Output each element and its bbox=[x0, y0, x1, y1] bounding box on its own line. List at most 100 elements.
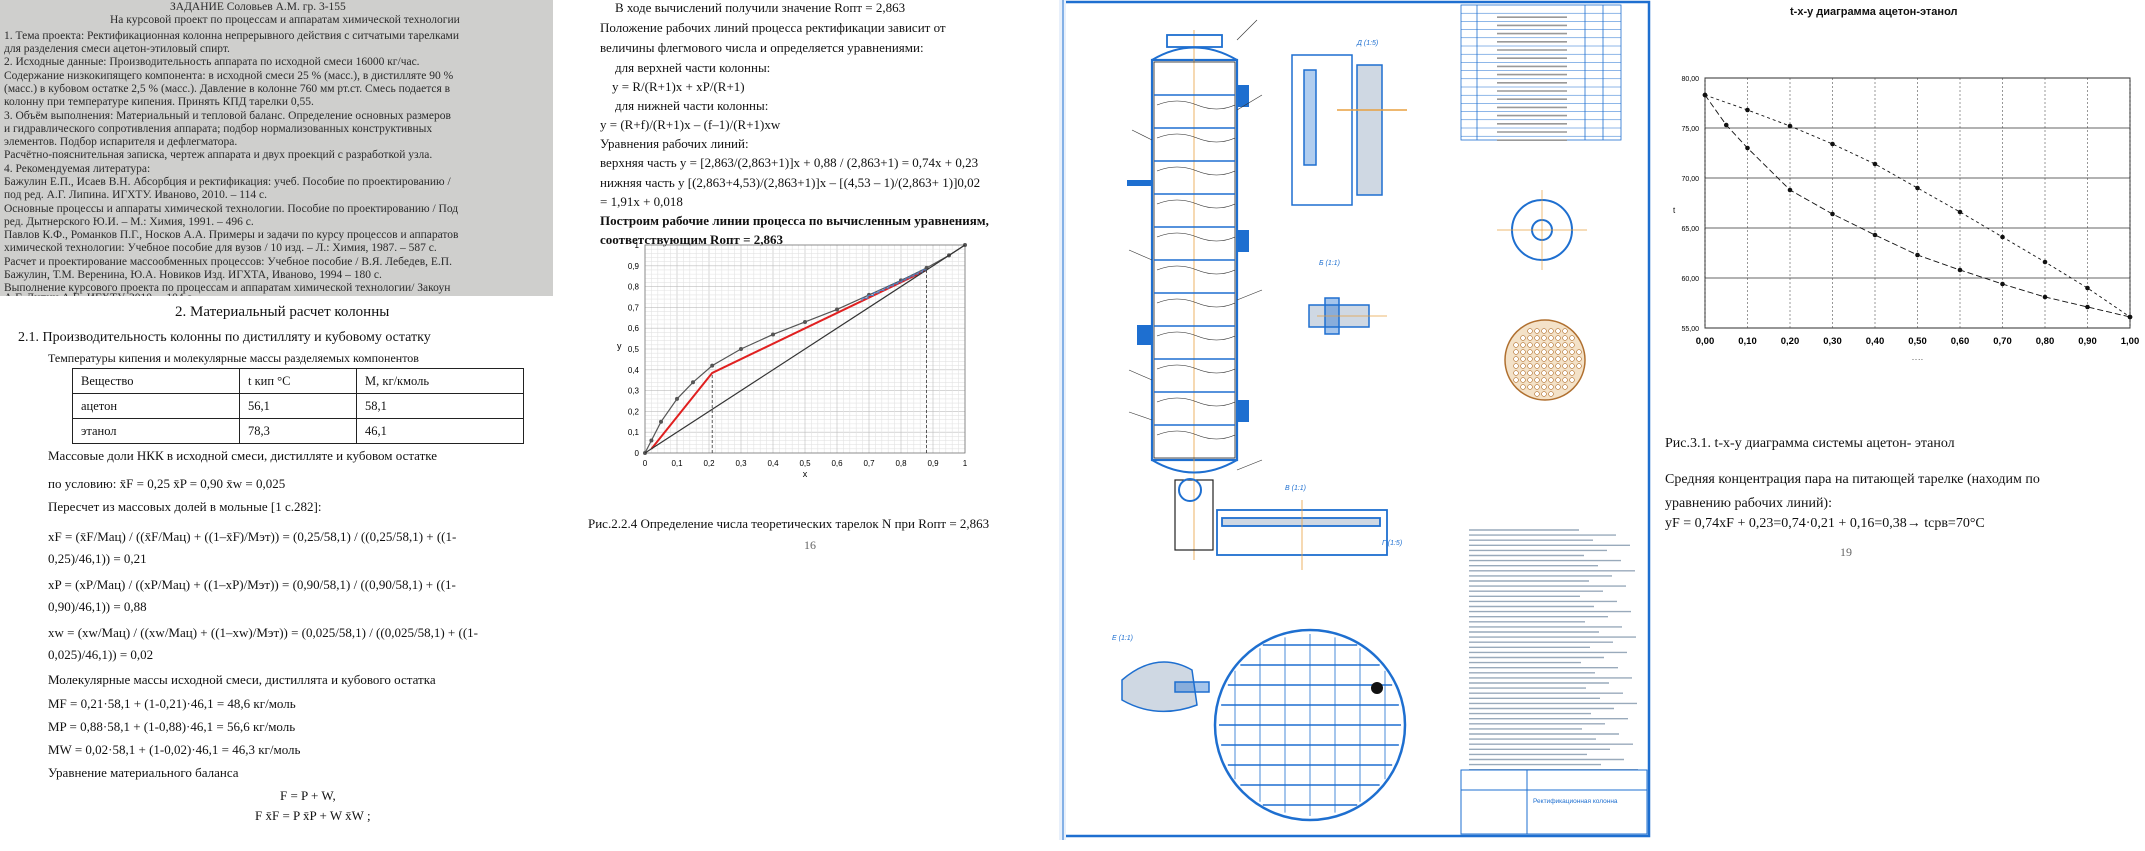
equilibrium-point bbox=[739, 347, 743, 351]
vapor-point bbox=[1872, 161, 1878, 167]
photo-line: Расчётно-пояснительная записка, чертеж а… bbox=[4, 149, 433, 161]
assignment-photo: ЗАДАНИЕ Соловьев А.М. гр. 3-155 На курсов… bbox=[0, 0, 553, 296]
equilibrium-point bbox=[675, 396, 679, 401]
x-tick-label: 0,80 bbox=[2036, 336, 2055, 347]
body-line: MW = 0,02·58,1 + (1-0,02)·46,1 = 46,3 кг… bbox=[48, 742, 301, 757]
photo-line: 4. Рекомендуемая литература: bbox=[4, 163, 151, 175]
x-tick-label: 0,00 bbox=[1696, 336, 1715, 347]
body-line: y = R/(R+1)x + xP/(R+1) bbox=[612, 79, 745, 94]
section-title: 2. Материальный расчет колонны bbox=[175, 304, 390, 320]
page-number: 16 bbox=[804, 538, 816, 552]
y-tick-label: 1 bbox=[635, 241, 640, 250]
vapor-point bbox=[1830, 141, 1835, 147]
photo-line: Расчет и проектирование массообменных пр… bbox=[4, 256, 452, 268]
x-tick-label: 0,4 bbox=[767, 459, 779, 468]
body-line: Молекулярные массы исходной смеси, дисти… bbox=[48, 672, 436, 687]
body-line: Уравнения рабочих линий: bbox=[600, 136, 749, 151]
table-cell: этанол bbox=[72, 418, 240, 444]
x-tick-label: 0,5 bbox=[799, 459, 811, 468]
page-number-3: 19 bbox=[1840, 545, 1852, 559]
detail-tray-plan bbox=[1213, 628, 1407, 822]
liquid-point bbox=[1830, 211, 1835, 217]
y-tick-label: 0,8 bbox=[628, 283, 640, 292]
photo-line: и гидравлического сопротивления аппарата… bbox=[4, 123, 433, 135]
y-tick-label: 0,6 bbox=[628, 324, 640, 333]
liquid-point bbox=[1957, 267, 1963, 273]
x-tick-label: 0,2 bbox=[703, 459, 715, 468]
photo-line: Бажулин, Т.М. Веренина, Ю.А. Новиков Изд… bbox=[4, 269, 382, 281]
x-tick-label: 0,40 bbox=[1866, 336, 1885, 347]
vapor-point bbox=[1702, 92, 1708, 98]
body-line: xw = (xw/Mац) / ((xw/Mац) + ((1–xw)/Mэт)… bbox=[48, 625, 478, 640]
body-line: 0,90)/46,1)) = 0,88 bbox=[48, 599, 147, 614]
x-tick-label: 0,70 bbox=[1993, 336, 2012, 347]
body-line: В ходе вычислений получили значение Rопт… bbox=[615, 0, 906, 15]
table-row: этанол 78,3 46,1 bbox=[72, 418, 524, 444]
column-drawing-sheet: Ректификационная колонна Д (1:5) Б (1:1) В… bbox=[1057, 0, 1652, 840]
photo-line: А.Г. Липин А.Г., ИГХТУ, 2010. – 104 с. bbox=[4, 292, 195, 296]
table-header-cell: Вещество bbox=[72, 368, 240, 394]
photo-line: Основные процессы и аппараты химической … bbox=[4, 203, 459, 215]
liquid-point bbox=[2000, 281, 2005, 287]
vapor-point bbox=[1915, 185, 1920, 191]
sieve-plate bbox=[1504, 319, 1586, 401]
section-label: Б (1:1) bbox=[1319, 260, 1340, 267]
p3-line2: уравнению рабочих линий): bbox=[1665, 496, 1832, 511]
photo-line: Павлов К.Ф., Романков П.Г., Носков А.А. … bbox=[4, 229, 459, 241]
photo-line: 2. Исходные данные: Производительность а… bbox=[4, 56, 420, 68]
y-tick-label: 0,1 bbox=[628, 428, 640, 437]
equilibrium-point bbox=[771, 332, 775, 337]
x-tick-label: 0,3 bbox=[735, 459, 747, 468]
photo-line: для разделения смеси ацетон-этиловый спи… bbox=[4, 43, 230, 55]
body-line: xP = (xP/Mац) / ((xP/Mац) + ((1–xP)/Mэт)… bbox=[48, 577, 456, 592]
photo-line: 1. Тема проекта: Ректификационная колонн… bbox=[4, 30, 459, 42]
photo-line: На курсовой проект по процессам и аппара… bbox=[110, 14, 460, 26]
body-line: = 1,91x + 0,018 bbox=[600, 194, 683, 209]
txy-chart: 0,00 0,10 0,20 0,30 0,40 0,50 0,60 0,70 0,80 0,90… bbox=[1673, 76, 2139, 360]
x-axis-label: x bbox=[803, 469, 808, 479]
photo-line: химической технологии: Учебное пособие д… bbox=[4, 242, 437, 254]
vapor-point bbox=[2085, 285, 2090, 291]
table-caption: Температуры кипения и молекулярные массы… bbox=[48, 351, 419, 365]
vapor-point bbox=[2042, 259, 2048, 265]
body-line: верхняя часть y = [2,863/(2,863+1)]x + 0… bbox=[600, 155, 979, 170]
table-header-cell: М, кг/кмоль bbox=[356, 368, 524, 394]
p3-line1: Средняя концентрация пара на питающей та… bbox=[1665, 472, 2040, 487]
body-line: нижняя часть y [(2,863+4,53)/(2,863+1)]x… bbox=[600, 175, 981, 190]
x-tick-label: 0,30 bbox=[1823, 336, 1842, 347]
body-line: xF = (x̄F/Mац) / ((x̄F/Mац) + ((1–x̄F)/M… bbox=[48, 529, 457, 544]
body-line: Уравнение материального баланса bbox=[48, 765, 239, 780]
y-tick-label: 0,3 bbox=[628, 387, 640, 396]
liquid-point bbox=[1723, 122, 1729, 128]
body-line: величины флегмового числа и определяется… bbox=[600, 40, 924, 55]
body-line: для верхней части колонны: bbox=[615, 60, 771, 75]
y-tick-label: 0,4 bbox=[628, 366, 640, 375]
x-axis-label: y,x bbox=[1912, 357, 1923, 360]
photo-line: 3. Объём выполнения: Материальный и тепл… bbox=[4, 110, 451, 122]
liquid-point bbox=[2085, 304, 2090, 310]
figure-caption-txy: Рис.3.1. t-x-y диаграмма системы ацетон-… bbox=[1665, 436, 1955, 451]
body-line: для нижней части колонны: bbox=[615, 98, 769, 113]
x-tick-label: 1 bbox=[963, 459, 968, 468]
equilibrium-point bbox=[659, 419, 663, 424]
photo-line: Содержание низкокипящего компонента: в и… bbox=[4, 70, 454, 82]
y-tick-label: 0,9 bbox=[628, 262, 640, 271]
liquid-point bbox=[2042, 294, 2048, 300]
liquid-point bbox=[1915, 252, 1920, 258]
x-tick-label: 0,10 bbox=[1738, 336, 1757, 347]
y-tick-label: 75,00 bbox=[1681, 126, 1699, 133]
txy-chart-title: t-x-y диаграмма ацетон-этанол bbox=[1790, 6, 1958, 18]
body-line: MF = 0,21·58,1 + (1-0,21)·46,1 = 48,6 кг… bbox=[48, 696, 296, 711]
body-line: Построим рабочие линии процесса по вычис… bbox=[600, 213, 989, 228]
table-cell: 78,3 bbox=[239, 418, 357, 444]
photo-line: ЗАДАНИЕ Соловьев А.М. гр. 3-155 bbox=[170, 1, 346, 13]
title-block-label: Ректификационная колонна bbox=[1533, 798, 1618, 805]
body-line: по условию: x̄F = 0,25 x̄P = 0,90 x̄w = … bbox=[48, 476, 286, 491]
equilibrium-point bbox=[649, 438, 654, 443]
body-line: F x̄F = P x̄P + W x̄W ; bbox=[255, 808, 371, 823]
x-tick-label: 0,50 bbox=[1908, 336, 1927, 347]
section-label: Д (1:5) bbox=[1356, 40, 1378, 47]
photo-line: элементов. Подбор испарителя и дефлегмат… bbox=[4, 136, 238, 148]
vapor-point bbox=[1787, 123, 1793, 129]
y-tick-label: 0,5 bbox=[628, 345, 640, 354]
